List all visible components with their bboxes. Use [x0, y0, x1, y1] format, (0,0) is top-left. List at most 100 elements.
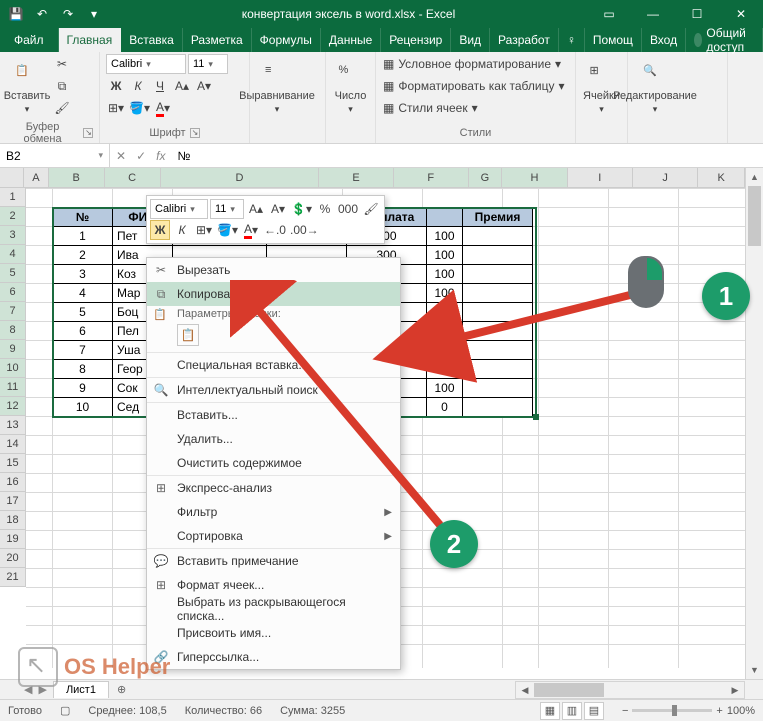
name-box[interactable]: B2▾ — [0, 144, 110, 167]
row-header[interactable]: 8 — [0, 321, 26, 340]
menu-copy[interactable]: ⧉Копировать — [147, 282, 400, 306]
font-color-icon[interactable]: A▾ — [241, 220, 261, 240]
comma-icon[interactable]: 000 — [337, 199, 359, 219]
tab-home[interactable]: Главная — [59, 28, 122, 52]
row-header[interactable]: 4 — [0, 245, 26, 264]
tab-file[interactable]: Файл — [0, 28, 59, 52]
row-header[interactable]: 12 — [0, 397, 26, 416]
table-cell[interactable] — [463, 227, 533, 246]
tab-view[interactable]: Вид — [451, 28, 490, 52]
tab-share[interactable]: Общий доступ — [686, 28, 763, 52]
alignment-button[interactable]: ≡Выравнивание▾ — [256, 54, 298, 125]
font-name-combo[interactable]: Calibri▾ — [106, 54, 186, 74]
grow-font-icon[interactable]: A▴ — [172, 76, 192, 96]
row-header[interactable]: 13 — [0, 416, 26, 435]
row-header[interactable]: 15 — [0, 454, 26, 473]
table-cell[interactable]: 2 — [53, 246, 113, 265]
row-header[interactable]: 17 — [0, 492, 26, 511]
enter-icon[interactable]: ✓ — [136, 149, 146, 163]
menu-cut[interactable]: ✂Вырезать — [147, 258, 400, 282]
row-header[interactable]: 10 — [0, 359, 26, 378]
table-cell[interactable]: 4 — [53, 284, 113, 303]
zoom-out-icon[interactable]: − — [622, 705, 628, 717]
menu-smart-lookup[interactable]: 🔍Интеллектуальный поиск — [147, 378, 400, 402]
save-icon[interactable]: 💾 — [4, 2, 28, 26]
table-cell[interactable]: 1 — [53, 227, 113, 246]
copy-icon[interactable]: ⧉ — [52, 76, 72, 96]
table-cell[interactable] — [463, 341, 533, 360]
col-header[interactable]: J — [633, 168, 698, 187]
table-cell[interactable]: 10 — [53, 398, 113, 417]
tab-developer[interactable]: Разработ — [490, 28, 559, 52]
scroll-down-icon[interactable]: ▼ — [746, 661, 763, 679]
table-cell[interactable]: 0 — [427, 322, 463, 341]
table-cell[interactable]: 8 — [53, 360, 113, 379]
col-header[interactable]: A — [24, 168, 48, 187]
format-table-button[interactable]: ▦Форматировать как таблицу▾ — [382, 76, 569, 96]
accounting-icon[interactable]: 💲▾ — [290, 199, 313, 219]
row-header[interactable]: 3 — [0, 226, 26, 245]
zoom-in-icon[interactable]: + — [716, 705, 722, 717]
row-header[interactable]: 16 — [0, 473, 26, 492]
col-header[interactable]: G — [469, 168, 503, 187]
zoom-level[interactable]: 100% — [727, 705, 755, 717]
dialog-launcher-icon[interactable] — [83, 128, 93, 138]
col-header[interactable]: B — [49, 168, 105, 187]
row-header[interactable]: 14 — [0, 435, 26, 454]
fx-icon[interactable]: fx — [156, 149, 165, 163]
row-header[interactable]: 9 — [0, 340, 26, 359]
table-cell[interactable]: 5 — [53, 303, 113, 322]
row-header[interactable]: 7 — [0, 302, 26, 321]
table-cell[interactable]: 100 — [427, 341, 463, 360]
mini-size-combo[interactable]: 11▾ — [210, 199, 244, 219]
macro-record-icon[interactable]: ▢ — [60, 704, 70, 717]
dialog-launcher-icon[interactable] — [190, 128, 200, 138]
font-size-combo[interactable]: 11▾ — [188, 54, 228, 74]
table-cell[interactable]: 100 — [427, 360, 463, 379]
conditional-format-button[interactable]: ▦Условное форматирование▾ — [382, 54, 569, 74]
menu-sort[interactable]: Сортировка▶ — [147, 524, 400, 548]
borders-icon[interactable]: ⊞▾ — [194, 220, 214, 240]
table-cell[interactable] — [463, 303, 533, 322]
select-all-corner[interactable] — [0, 168, 24, 187]
view-normal-icon[interactable]: ▦ — [540, 702, 560, 720]
row-header[interactable]: 5 — [0, 264, 26, 283]
editing-button[interactable]: 🔍Редактирование▾ — [634, 54, 676, 125]
tab-formulas[interactable]: Формулы — [252, 28, 321, 52]
qat-customize-icon[interactable]: ▾ — [82, 2, 106, 26]
menu-quick-analysis[interactable]: ⊞Экспресс-анализ — [147, 476, 400, 500]
format-painter-icon[interactable]: 🖌 — [361, 199, 381, 219]
table-cell[interactable] — [463, 360, 533, 379]
scroll-thumb[interactable] — [748, 186, 761, 246]
col-header[interactable]: C — [105, 168, 161, 187]
font-color-icon[interactable]: A▾ — [153, 98, 173, 118]
table-cell[interactable]: 100 — [427, 379, 463, 398]
tab-review[interactable]: Рецензир — [381, 28, 451, 52]
mini-font-combo[interactable]: Calibri▾ — [150, 199, 208, 219]
col-header[interactable]: E — [319, 168, 394, 187]
table-cell[interactable]: 7 — [53, 341, 113, 360]
percent-icon[interactable]: % — [315, 199, 335, 219]
row-header[interactable]: 11 — [0, 378, 26, 397]
underline-button[interactable]: Ч — [150, 76, 170, 96]
scroll-thumb[interactable] — [534, 683, 604, 697]
bold-button[interactable]: Ж — [106, 76, 126, 96]
shrink-font-icon[interactable]: A▾ — [194, 76, 214, 96]
menu-format-cells[interactable]: ⊞Формат ячеек... — [147, 573, 400, 597]
horizontal-scrollbar[interactable]: ◀ ▶ — [515, 681, 745, 699]
italic-button[interactable]: К — [172, 220, 192, 240]
table-cell[interactable]: 6 — [53, 322, 113, 341]
menu-paste-special[interactable]: Специальная вставка... — [147, 353, 400, 377]
dec-decimal-icon[interactable]: .00→ — [289, 220, 320, 240]
zoom-slider[interactable] — [632, 709, 712, 712]
row-header[interactable]: 18 — [0, 511, 26, 530]
menu-filter[interactable]: Фильтр▶ — [147, 500, 400, 524]
view-pagebreak-icon[interactable]: ▤ — [584, 702, 604, 720]
ribbon-options-icon[interactable]: ▭ — [587, 0, 631, 28]
cell-styles-button[interactable]: ▦Стили ячеек▾ — [382, 98, 569, 118]
row-header[interactable]: 1 — [0, 188, 26, 207]
scroll-left-icon[interactable]: ◀ — [516, 685, 534, 696]
grow-font-icon[interactable]: A▴ — [246, 199, 266, 219]
table-cell[interactable] — [463, 265, 533, 284]
col-header[interactable]: F — [394, 168, 469, 187]
